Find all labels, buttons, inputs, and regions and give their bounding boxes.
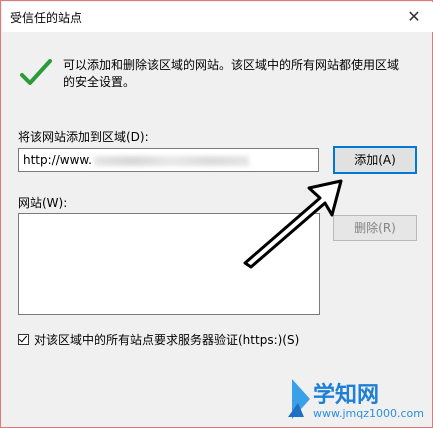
title-bar: 受信任的站点 ✕ bbox=[2, 2, 433, 32]
zone-description: 可以添加和删除该区域的网站。该区域中的所有网站都使用区域的安全设置。 bbox=[63, 58, 400, 89]
site-url-input[interactable]: http://www. bbox=[18, 148, 319, 172]
site-url-value: http://www. bbox=[23, 153, 92, 167]
https-checkbox-label: 对该区域中的所有站点要求服务器验证(https:)(S) bbox=[34, 333, 300, 347]
websites-label: 网站(W): bbox=[18, 196, 68, 210]
https-requirement-option[interactable]: 对该区域中的所有站点要求服务器验证(https:)(S) bbox=[18, 331, 299, 348]
close-icon[interactable]: ✕ bbox=[403, 6, 425, 28]
https-checkbox[interactable] bbox=[18, 334, 29, 345]
add-button[interactable]: 添加(A) bbox=[333, 146, 417, 174]
blurred-url-text bbox=[93, 155, 249, 166]
add-site-label: 将该网站添加到区域(D): bbox=[18, 130, 149, 144]
dialog-title: 受信任的站点 bbox=[10, 11, 83, 25]
checkmark-icon bbox=[20, 59, 52, 85]
watermark-url: www.jmqz1000.com bbox=[313, 407, 424, 420]
websites-list[interactable] bbox=[18, 213, 320, 315]
trusted-sites-dialog: 受信任的站点 ✕ 可以添加和删除该区域的网站。该区域中的所有网站都使用区域的安全… bbox=[0, 0, 433, 428]
watermark-brand: 学知网 bbox=[313, 383, 380, 408]
remove-button: 删除(R) bbox=[333, 215, 417, 241]
